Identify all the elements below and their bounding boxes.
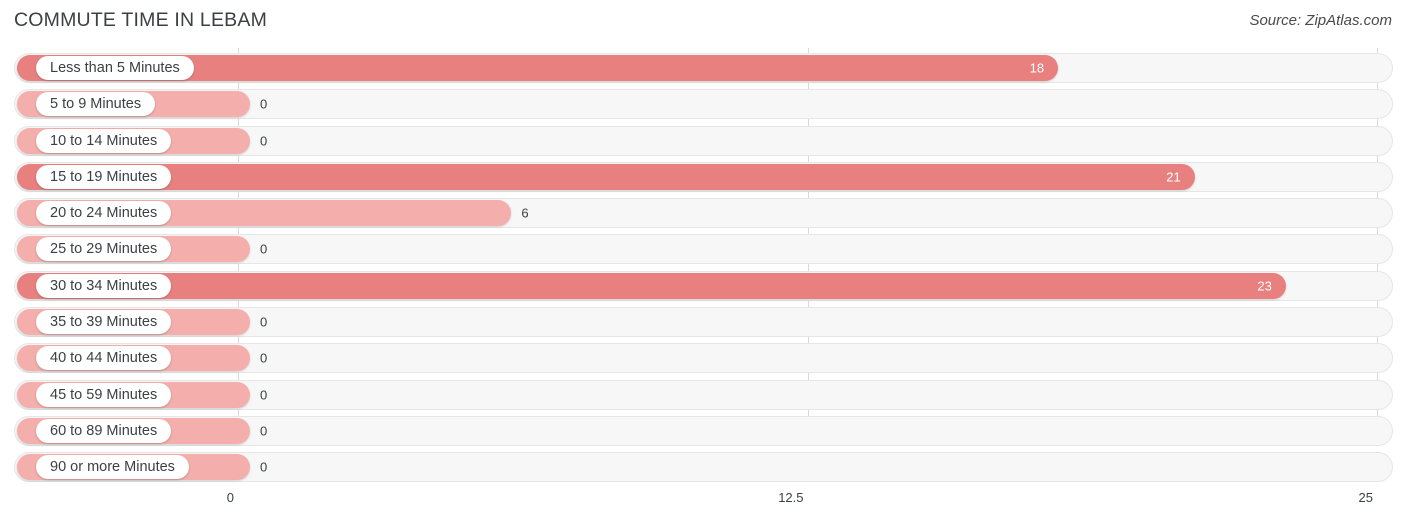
commute-time-chart: COMMUTE TIME IN LEBAM Source: ZipAtlas.c… — [0, 0, 1406, 523]
axis-tick-label: 25 — [1358, 490, 1373, 505]
bar-fill[interactable]: 23 — [17, 272, 1286, 299]
category-label[interactable]: 60 to 89 Minutes — [36, 418, 172, 443]
category-label[interactable]: Less than 5 Minutes — [36, 56, 194, 80]
category-label[interactable]: 90 or more Minutes — [36, 455, 189, 480]
category-label[interactable]: 5 to 9 Minutes — [36, 92, 156, 117]
bar-value-label: 0 — [260, 96, 268, 112]
bar-value-label: 6 — [521, 205, 529, 221]
bar-fill[interactable]: 21 — [17, 163, 1195, 190]
bar-value-label: 21 — [1166, 169, 1181, 185]
bar-value-label: 0 — [260, 459, 268, 475]
category-label[interactable]: 20 to 24 Minutes — [36, 201, 172, 226]
bar-row[interactable]: 6 20 to 24 Minutes — [0, 198, 1406, 229]
category-label[interactable]: 10 to 14 Minutes — [36, 128, 172, 153]
bar-row[interactable]: 23 30 to 34 Minutes — [0, 270, 1406, 301]
bar-row[interactable]: 21 15 to 19 Minutes — [0, 161, 1406, 192]
bar-row[interactable]: 0 45 to 59 Minutes — [0, 379, 1406, 410]
page-title: COMMUTE TIME IN LEBAM — [14, 9, 268, 31]
bar-row[interactable]: 0 5 to 9 Minutes — [0, 89, 1406, 120]
category-label[interactable]: 45 to 59 Minutes — [36, 382, 172, 407]
category-label[interactable]: 35 to 39 Minutes — [36, 309, 172, 334]
axis-tick-label: 0 — [226, 490, 234, 505]
bar-value-label: 0 — [260, 314, 268, 330]
bar-value-label: 0 — [260, 241, 268, 257]
bar-row[interactable]: 0 35 to 39 Minutes — [0, 306, 1406, 337]
axis-tick-label: 12.5 — [778, 490, 804, 505]
bar-value-label: 0 — [260, 133, 268, 149]
bar-row[interactable]: 0 40 to 44 Minutes — [0, 343, 1406, 374]
bar-value-label: 0 — [260, 350, 268, 366]
category-label[interactable]: 15 to 19 Minutes — [36, 164, 172, 189]
bar-row[interactable]: 0 60 to 89 Minutes — [0, 415, 1406, 446]
plot-area: 18 Less than 5 Minutes 0 5 to 9 Minutes 0 10 … — [0, 48, 1406, 486]
bar-row[interactable]: 0 90 or more Minutes — [0, 452, 1406, 483]
bar-value-label: 23 — [1257, 278, 1272, 294]
bar-value-label: 18 — [1029, 60, 1045, 76]
bar-row[interactable]: 18 Less than 5 Minutes — [0, 53, 1406, 83]
x-axis: 0 12.5 25 — [0, 486, 1406, 523]
bar-row[interactable]: 0 10 to 14 Minutes — [0, 125, 1406, 156]
bar-value-label: 0 — [260, 387, 268, 403]
category-label[interactable]: 25 to 29 Minutes — [36, 237, 172, 262]
bar-row[interactable]: 0 25 to 29 Minutes — [0, 234, 1406, 265]
category-label[interactable]: 30 to 34 Minutes — [36, 273, 172, 298]
bar-value-label: 0 — [260, 423, 268, 439]
source-note: Source: ZipAtlas.com — [1249, 12, 1392, 29]
category-label[interactable]: 40 to 44 Minutes — [36, 346, 172, 371]
